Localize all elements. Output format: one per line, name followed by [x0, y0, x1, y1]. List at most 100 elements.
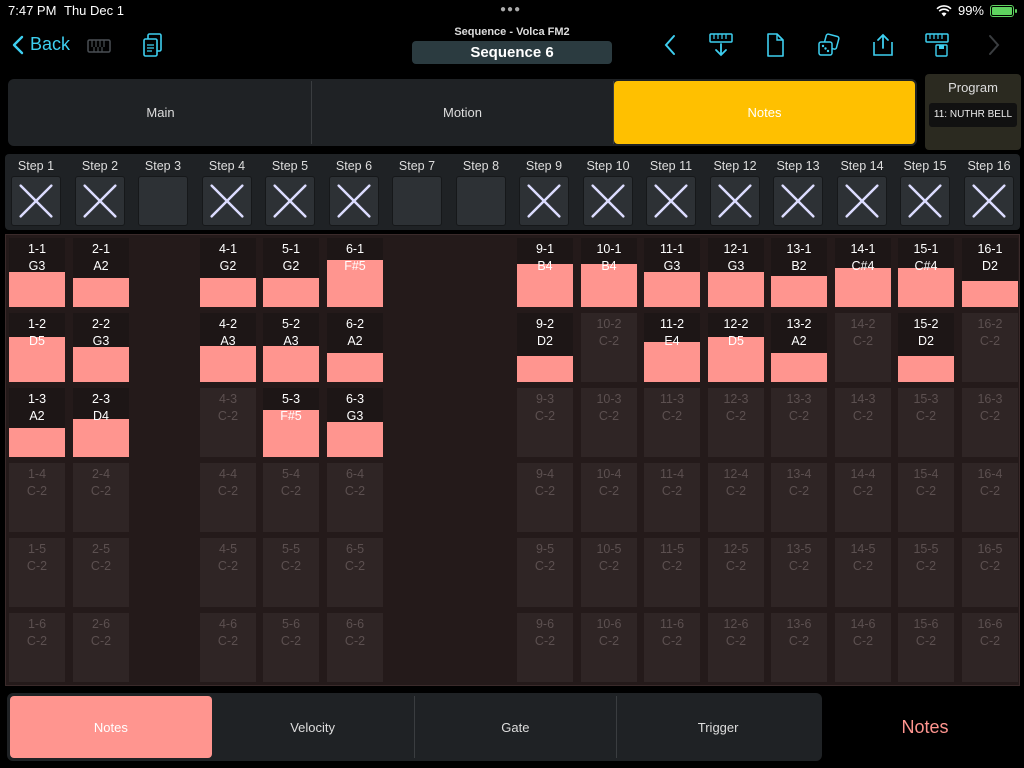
step-checkbox[interactable]: [837, 176, 887, 226]
step-checkbox[interactable]: [138, 176, 188, 226]
note-cell-11-4[interactable]: 11-4 C-2: [644, 463, 700, 532]
step-checkbox[interactable]: [392, 176, 442, 226]
note-cell-4-1[interactable]: 4-1 G2: [200, 238, 256, 307]
note-cell-14-6[interactable]: 14-6 C-2: [835, 613, 891, 682]
note-cell-4-6[interactable]: 4-6 C-2: [200, 613, 256, 682]
note-cell-1-4[interactable]: 1-4 C-2: [9, 463, 65, 532]
note-cell-16-5[interactable]: 16-5 C-2: [962, 538, 1018, 607]
note-cell-15-5[interactable]: 15-5 C-2: [898, 538, 954, 607]
note-cell-11-2[interactable]: 11-2 E4: [644, 313, 700, 382]
note-cell-5-5[interactable]: 5-5 C-2: [263, 538, 319, 607]
note-cell-1-5[interactable]: 1-5 C-2: [9, 538, 65, 607]
step-checkbox[interactable]: [710, 176, 760, 226]
note-cell-6-1[interactable]: 6-1 F#5: [327, 238, 383, 307]
note-cell-10-5[interactable]: 10-5 C-2: [581, 538, 637, 607]
new-document-icon[interactable]: [762, 32, 788, 58]
note-cell-13-2[interactable]: 13-2 A2: [771, 313, 827, 382]
note-cell-16-6[interactable]: 16-6 C-2: [962, 613, 1018, 682]
note-cell-2-1[interactable]: 2-1 A2: [73, 238, 129, 307]
note-cell-11-5[interactable]: 11-5 C-2: [644, 538, 700, 607]
step-checkbox[interactable]: [964, 176, 1014, 226]
note-cell-11-3[interactable]: 11-3 C-2: [644, 388, 700, 457]
note-cell-1-3[interactable]: 1-3 A2: [9, 388, 65, 457]
note-cell-16-4[interactable]: 16-4 C-2: [962, 463, 1018, 532]
note-cell-16-3[interactable]: 16-3 C-2: [962, 388, 1018, 457]
note-cell-13-4[interactable]: 13-4 C-2: [771, 463, 827, 532]
note-cell-2-3[interactable]: 2-3 D4: [73, 388, 129, 457]
note-cell-5-4[interactable]: 5-4 C-2: [263, 463, 319, 532]
step-checkbox[interactable]: [773, 176, 823, 226]
note-cell-1-6[interactable]: 1-6 C-2: [9, 613, 65, 682]
tab-trigger[interactable]: Trigger: [617, 696, 819, 758]
step-checkbox[interactable]: [265, 176, 315, 226]
share-icon[interactable]: [870, 32, 896, 58]
note-cell-15-1[interactable]: 15-1 C#4: [898, 238, 954, 307]
note-cell-9-3[interactable]: 9-3 C-2: [517, 388, 573, 457]
note-cell-12-4[interactable]: 12-4 C-2: [708, 463, 764, 532]
chevron-right-icon[interactable]: [980, 32, 1006, 58]
step-checkbox[interactable]: [583, 176, 633, 226]
chevron-left-icon[interactable]: [658, 32, 684, 58]
note-cell-15-2[interactable]: 15-2 D2: [898, 313, 954, 382]
note-cell-15-4[interactable]: 15-4 C-2: [898, 463, 954, 532]
program-selector[interactable]: 11: NUTHR BELL: [929, 103, 1017, 127]
step-checkbox[interactable]: [329, 176, 379, 226]
note-cell-5-3[interactable]: 5-3 F#5: [263, 388, 319, 457]
note-cell-12-5[interactable]: 12-5 C-2: [708, 538, 764, 607]
note-cell-9-5[interactable]: 9-5 C-2: [517, 538, 573, 607]
note-cell-11-6[interactable]: 11-6 C-2: [644, 613, 700, 682]
note-cell-12-3[interactable]: 12-3 C-2: [708, 388, 764, 457]
note-cell-9-4[interactable]: 9-4 C-2: [517, 463, 573, 532]
step-checkbox[interactable]: [456, 176, 506, 226]
note-cell-16-1[interactable]: 16-1 D2: [962, 238, 1018, 307]
keyboard-icon[interactable]: [86, 32, 112, 58]
note-cell-13-1[interactable]: 13-1 B2: [771, 238, 827, 307]
note-cell-14-5[interactable]: 14-5 C-2: [835, 538, 891, 607]
note-cell-1-1[interactable]: 1-1 G3: [9, 238, 65, 307]
note-cell-6-6[interactable]: 6-6 C-2: [327, 613, 383, 682]
tab-motion[interactable]: Motion: [312, 81, 614, 144]
note-cell-14-4[interactable]: 14-4 C-2: [835, 463, 891, 532]
note-cell-4-4[interactable]: 4-4 C-2: [200, 463, 256, 532]
note-cell-10-1[interactable]: 10-1 B4: [581, 238, 637, 307]
import-keyboard-icon[interactable]: [708, 32, 734, 58]
tab-gate[interactable]: Gate: [415, 696, 618, 758]
note-cell-5-1[interactable]: 5-1 G2: [263, 238, 319, 307]
tab-main[interactable]: Main: [10, 81, 312, 144]
note-cell-10-2[interactable]: 10-2 C-2: [581, 313, 637, 382]
tab-notes[interactable]: Notes: [614, 81, 915, 144]
note-cell-10-6[interactable]: 10-6 C-2: [581, 613, 637, 682]
note-cell-9-6[interactable]: 9-6 C-2: [517, 613, 573, 682]
sequence-title[interactable]: Sequence 6: [412, 41, 612, 64]
note-cell-6-2[interactable]: 6-2 A2: [327, 313, 383, 382]
note-cell-15-6[interactable]: 15-6 C-2: [898, 613, 954, 682]
note-cell-15-3[interactable]: 15-3 C-2: [898, 388, 954, 457]
note-cell-12-2[interactable]: 12-2 D5: [708, 313, 764, 382]
step-checkbox[interactable]: [11, 176, 61, 226]
note-cell-4-5[interactable]: 4-5 C-2: [200, 538, 256, 607]
note-cell-5-6[interactable]: 5-6 C-2: [263, 613, 319, 682]
note-cell-6-5[interactable]: 6-5 C-2: [327, 538, 383, 607]
tab-notes-view[interactable]: Notes: [10, 696, 212, 758]
note-cell-10-4[interactable]: 10-4 C-2: [581, 463, 637, 532]
note-cell-10-3[interactable]: 10-3 C-2: [581, 388, 637, 457]
save-to-device-icon[interactable]: [924, 32, 950, 58]
back-button[interactable]: Back: [12, 34, 70, 55]
note-cell-16-2[interactable]: 16-2 C-2: [962, 313, 1018, 382]
note-cell-13-6[interactable]: 13-6 C-2: [771, 613, 827, 682]
note-cell-2-5[interactable]: 2-5 C-2: [73, 538, 129, 607]
note-cell-6-3[interactable]: 6-3 G3: [327, 388, 383, 457]
note-cell-1-2[interactable]: 1-2 D5: [9, 313, 65, 382]
tab-velocity[interactable]: Velocity: [212, 696, 415, 758]
note-cell-4-2[interactable]: 4-2 A3: [200, 313, 256, 382]
copy-document-icon[interactable]: [140, 32, 166, 58]
note-cell-2-4[interactable]: 2-4 C-2: [73, 463, 129, 532]
multitasking-dots-icon[interactable]: ●●●: [500, 4, 521, 15]
note-cell-2-6[interactable]: 2-6 C-2: [73, 613, 129, 682]
note-cell-14-2[interactable]: 14-2 C-2: [835, 313, 891, 382]
note-cell-4-3[interactable]: 4-3 C-2: [200, 388, 256, 457]
note-cell-6-4[interactable]: 6-4 C-2: [327, 463, 383, 532]
step-checkbox[interactable]: [519, 176, 569, 226]
note-cell-2-2[interactable]: 2-2 G3: [73, 313, 129, 382]
step-checkbox[interactable]: [900, 176, 950, 226]
